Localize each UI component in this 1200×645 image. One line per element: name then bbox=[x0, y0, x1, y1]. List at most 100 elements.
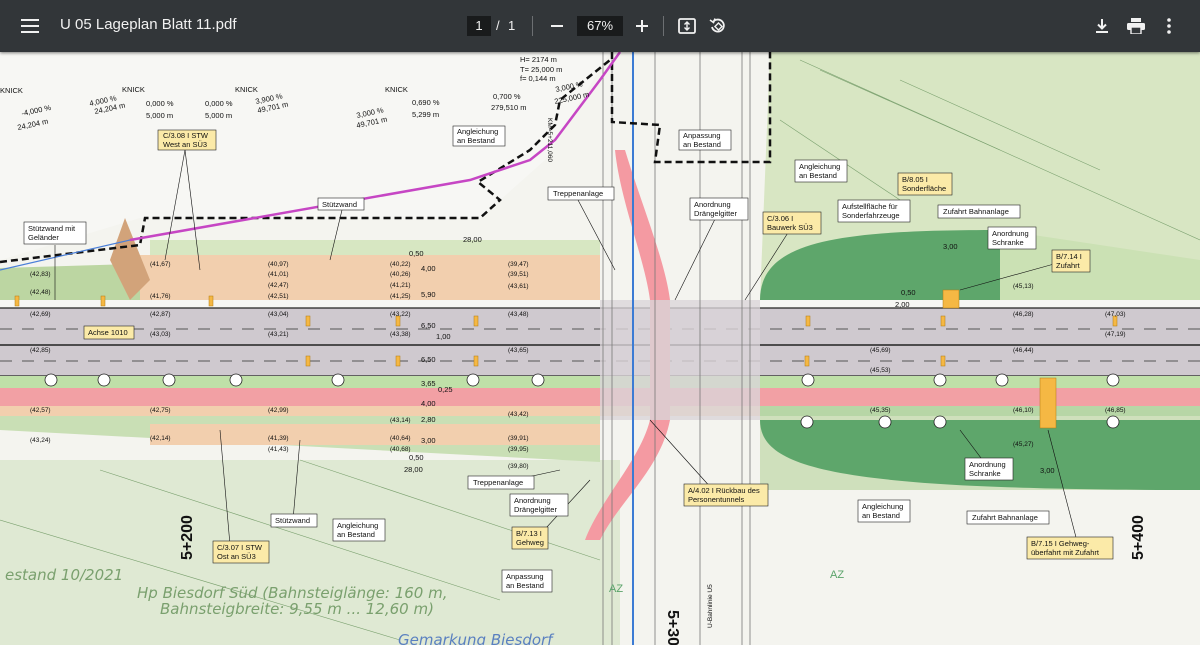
svg-text:5+400: 5+400 bbox=[1130, 515, 1147, 560]
svg-text:Zufahrt: Zufahrt bbox=[1056, 261, 1081, 270]
svg-text:Stützwand: Stützwand bbox=[322, 200, 357, 209]
svg-text:(41,21): (41,21) bbox=[390, 282, 411, 289]
svg-text:B/7.14 I: B/7.14 I bbox=[1056, 252, 1082, 261]
svg-text:(43,03): (43,03) bbox=[150, 331, 171, 338]
toolbar-divider bbox=[532, 16, 533, 36]
svg-text:Ost an SÜ3: Ost an SÜ3 bbox=[217, 552, 256, 561]
u5-label: U-Bahnlinie U5 bbox=[707, 584, 714, 628]
svg-text:4,00: 4,00 bbox=[421, 264, 436, 273]
svg-text:28,00: 28,00 bbox=[404, 465, 423, 474]
svg-text:3,00: 3,00 bbox=[1040, 466, 1055, 475]
svg-text:5,90: 5,90 bbox=[421, 290, 436, 299]
svg-text:Zufahrt Bahnanlage: Zufahrt Bahnanlage bbox=[972, 513, 1038, 522]
svg-text:0,25: 0,25 bbox=[438, 385, 453, 394]
svg-text:an Bestand: an Bestand bbox=[683, 140, 721, 149]
pdf-page-view[interactable]: 5+200 5+300 5+400 estand 10/2021 Hp Bies… bbox=[0, 52, 1200, 645]
toolbar-divider bbox=[663, 16, 664, 36]
svg-text:(43,61): (43,61) bbox=[508, 283, 529, 290]
svg-text:(43,04): (43,04) bbox=[268, 311, 289, 318]
svg-text:(43,38): (43,38) bbox=[390, 331, 411, 338]
svg-text:(39,91): (39,91) bbox=[508, 435, 529, 442]
svg-text:1,00: 1,00 bbox=[436, 332, 451, 341]
svg-text:(47,03): (47,03) bbox=[1105, 311, 1126, 318]
svg-text:C/3.08 I STW: C/3.08 I STW bbox=[163, 131, 209, 140]
download-icon[interactable] bbox=[1086, 10, 1118, 42]
fit-page-icon[interactable] bbox=[671, 10, 703, 42]
svg-text:(45,13): (45,13) bbox=[1013, 283, 1034, 290]
plus-icon[interactable] bbox=[626, 10, 658, 42]
site-plan-drawing: 5+200 5+300 5+400 estand 10/2021 Hp Bies… bbox=[0, 52, 1200, 645]
svg-text:(43,14): (43,14) bbox=[390, 417, 411, 424]
svg-text:C/3.06 I: C/3.06 I bbox=[767, 214, 793, 223]
svg-text:(42,47): (42,47) bbox=[268, 282, 289, 289]
callout-zufahrt-bahnanlage-top: Zufahrt Bahnanlage bbox=[937, 204, 1021, 219]
minus-icon[interactable] bbox=[541, 10, 573, 42]
svg-text:(40,64): (40,64) bbox=[390, 435, 411, 442]
svg-text:(39,51): (39,51) bbox=[508, 271, 529, 278]
gemarkung: Gemarkung Biesdorf bbox=[398, 631, 555, 645]
az-label: AZ bbox=[830, 569, 844, 581]
callout-gehweg: B/7.13 I Gehweg bbox=[511, 526, 549, 550]
svg-text:Drängelgitter: Drängelgitter bbox=[694, 209, 737, 218]
svg-text:(39,80): (39,80) bbox=[508, 463, 529, 470]
callout-angleichung-bottom: Angleichung an Bestand bbox=[332, 518, 386, 542]
callout-stw-ost: C/3.07 I STW Ost an SÜ3 bbox=[212, 540, 270, 564]
callout-draengelgitter-bottom: Anordnung Drängelgitter bbox=[509, 493, 569, 517]
svg-text:Stützwand: Stützwand bbox=[275, 516, 310, 525]
svg-text:an Bestand: an Bestand bbox=[862, 511, 900, 520]
svg-text:(39,95): (39,95) bbox=[508, 446, 529, 453]
page-number-input[interactable]: 1 bbox=[467, 16, 491, 36]
hamburger-menu-icon[interactable] bbox=[14, 10, 46, 42]
svg-text:2,80: 2,80 bbox=[421, 415, 436, 424]
callout-angleichung-top: Angleichung an Bestand bbox=[452, 125, 506, 147]
callout-sonderflaeche: B/8.05 I Sonderfläche bbox=[897, 172, 953, 196]
ramp-upper bbox=[140, 255, 600, 300]
station-5+400: 5+400 bbox=[1130, 515, 1147, 560]
svg-text:279,510 m: 279,510 m bbox=[491, 103, 526, 112]
svg-text:Achse 1010: Achse 1010 bbox=[88, 328, 128, 337]
svg-text:4,00: 4,00 bbox=[421, 399, 436, 408]
more-vert-icon[interactable] bbox=[1153, 10, 1185, 42]
svg-text:Zufahrt Bahnanlage: Zufahrt Bahnanlage bbox=[943, 207, 1009, 216]
svg-text:0,50: 0,50 bbox=[409, 249, 424, 258]
rotate-icon[interactable] bbox=[702, 10, 734, 42]
svg-text:Treppenanlage: Treppenanlage bbox=[473, 478, 523, 487]
callout-stuetzwand-gelaender: Stützwand mit Geländer bbox=[23, 221, 87, 245]
callout-stw-west: C/3.08 I STW West an SÜ3 bbox=[157, 129, 217, 151]
svg-text:(45,53): (45,53) bbox=[870, 367, 891, 374]
callout-anpassung-top: Anpassung an Bestand bbox=[678, 129, 732, 151]
svg-text:Drängelgitter: Drängelgitter bbox=[514, 505, 557, 514]
callout-bauwerk-su3: C/3.06 I Bauwerk SÜ3 bbox=[762, 211, 822, 235]
svg-text:Anpassung: Anpassung bbox=[683, 131, 721, 140]
station-width: Bahnsteigbreite: 9,55 m ... 12,60 m) bbox=[160, 600, 434, 618]
callout-draengelgitter-top: Anordnung Drängelgitter bbox=[689, 197, 749, 221]
zoom-level-input[interactable]: 67% bbox=[577, 16, 623, 36]
svg-text:Angleichung: Angleichung bbox=[799, 162, 840, 171]
callout-gehweg-ueberfahrt: B/7.15 I Gehweg- überfahrt mit Zufahrt bbox=[1026, 536, 1114, 560]
callout-angleichung-right: Angleichung an Bestand bbox=[794, 159, 848, 183]
page-total: 1 bbox=[508, 18, 516, 33]
svg-text:(43,21): (43,21) bbox=[268, 331, 289, 338]
print-icon[interactable] bbox=[1120, 10, 1152, 42]
svg-text:(40,26): (40,26) bbox=[390, 271, 411, 278]
svg-text:Bauwerk SÜ3: Bauwerk SÜ3 bbox=[767, 223, 813, 232]
svg-text:an Bestand: an Bestand bbox=[506, 581, 544, 590]
svg-text:(40,97): (40,97) bbox=[268, 261, 289, 268]
svg-text:(42,75): (42,75) bbox=[150, 407, 171, 414]
svg-text:Geländer: Geländer bbox=[28, 233, 59, 242]
svg-text:(42,48): (42,48) bbox=[30, 289, 51, 296]
svg-text:(45,35): (45,35) bbox=[870, 407, 891, 414]
svg-text:Angleichung: Angleichung bbox=[457, 127, 498, 136]
svg-text:(42,51): (42,51) bbox=[268, 293, 289, 300]
svg-text:Treppenanlage: Treppenanlage bbox=[553, 189, 603, 198]
callout-angleichung-bottom-right: Angleichung an Bestand bbox=[857, 499, 911, 523]
svg-text:(42,87): (42,87) bbox=[150, 311, 171, 318]
callout-zufahrt-bahnanlage-bottom: Zufahrt Bahnanlage bbox=[966, 510, 1050, 525]
svg-text:5,000 m: 5,000 m bbox=[205, 111, 232, 120]
callout-schranke-bottom: Anordnung Schranke bbox=[964, 457, 1014, 481]
svg-text:(43,22): (43,22) bbox=[390, 311, 411, 318]
svg-text:T= 25,000 m: T= 25,000 m bbox=[520, 65, 562, 74]
km-label: KM=5+211,060 bbox=[546, 118, 553, 162]
svg-text:Personentunnels: Personentunnels bbox=[688, 495, 745, 504]
svg-text:Sonderfläche: Sonderfläche bbox=[902, 184, 946, 193]
